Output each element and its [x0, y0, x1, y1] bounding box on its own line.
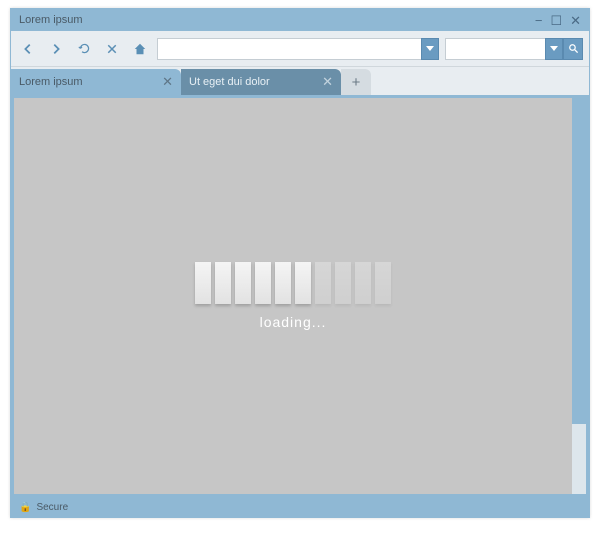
url-dropdown-button[interactable] — [421, 38, 439, 60]
loader-bar — [235, 262, 251, 304]
loader-bar — [275, 262, 291, 304]
loading-animation — [195, 262, 391, 304]
window-title: Lorem ipsum — [19, 14, 535, 26]
arrow-right-icon — [49, 42, 63, 56]
tab-label: Ut eget dui dolor — [189, 76, 312, 88]
back-button[interactable] — [17, 38, 39, 60]
tab-close-icon[interactable]: ✕ — [322, 74, 333, 90]
new-tab-button[interactable]: + — [341, 69, 371, 95]
browser-window: Lorem ipsum − ☐ ✕ — [10, 8, 590, 518]
search-dropdown-button[interactable] — [545, 38, 563, 60]
loader-bar — [195, 262, 211, 304]
loader-bar — [335, 262, 351, 304]
refresh-icon — [78, 42, 91, 55]
minimize-icon[interactable]: − — [535, 14, 543, 27]
search-group — [445, 38, 583, 60]
home-button[interactable] — [129, 38, 151, 60]
home-icon — [133, 42, 147, 56]
loader-bar — [355, 262, 371, 304]
scroll-thumb[interactable] — [572, 424, 586, 494]
search-button[interactable] — [563, 38, 583, 60]
titlebar: Lorem ipsum − ☐ ✕ — [11, 9, 589, 31]
search-input[interactable] — [445, 38, 545, 60]
tab-active[interactable]: Lorem ipsum ✕ — [11, 69, 181, 95]
loader-bar — [215, 262, 231, 304]
refresh-button[interactable] — [73, 38, 95, 60]
scroll-track — [572, 98, 586, 424]
stop-button[interactable] — [101, 38, 123, 60]
arrow-left-icon — [21, 42, 35, 56]
search-icon — [568, 43, 579, 54]
lock-icon: 🔒 — [19, 502, 31, 513]
tab-close-icon[interactable]: ✕ — [162, 74, 173, 90]
close-window-icon[interactable]: ✕ — [570, 14, 581, 27]
viewport: loading... — [14, 98, 572, 494]
statusbar: 🔒 Secure — [11, 497, 589, 517]
close-icon — [106, 43, 118, 55]
loader-bar — [295, 262, 311, 304]
content-wrap: loading... — [11, 95, 589, 497]
chevron-down-icon — [426, 46, 434, 51]
url-bar — [157, 38, 439, 60]
toolbar — [11, 31, 589, 67]
tabbar: Lorem ipsum ✕ Ut eget dui dolor ✕ + — [11, 67, 589, 95]
loader-bar — [255, 262, 271, 304]
maximize-icon[interactable]: ☐ — [550, 14, 562, 27]
window-controls: − ☐ ✕ — [535, 14, 581, 27]
tab-label: Lorem ipsum — [19, 76, 152, 88]
url-input[interactable] — [157, 38, 421, 60]
loader-bar — [375, 262, 391, 304]
chevron-down-icon — [550, 46, 558, 51]
plus-icon: + — [352, 74, 361, 91]
secure-label: Secure — [36, 502, 68, 513]
forward-button[interactable] — [45, 38, 67, 60]
loading-text: loading... — [260, 314, 327, 330]
loader-bar — [315, 262, 331, 304]
scrollbar[interactable] — [572, 98, 586, 494]
tab-inactive[interactable]: Ut eget dui dolor ✕ — [181, 69, 341, 95]
